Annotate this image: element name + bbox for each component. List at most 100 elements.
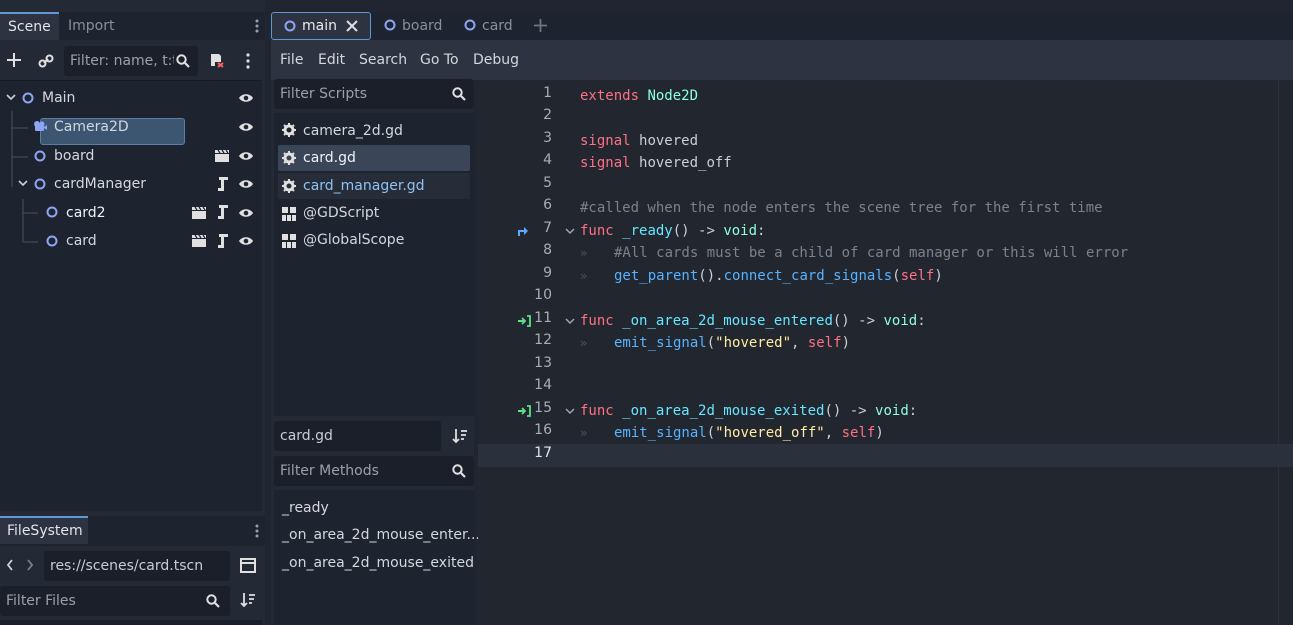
script-item-card[interactable]: card.gd <box>278 145 470 171</box>
code-token: _ready <box>622 223 673 239</box>
scene-menu-icon[interactable] <box>245 53 251 69</box>
tree-item-board[interactable]: board <box>54 142 94 170</box>
script-attach-icon[interactable] <box>208 52 224 68</box>
node2d-icon <box>34 178 46 190</box>
script-item-globalscope-doc[interactable]: @GlobalScope <box>278 227 470 253</box>
method-item[interactable]: _on_area_2d_mouse_enter... <box>282 522 480 548</box>
tab-main[interactable]: main <box>271 12 371 40</box>
line-number: 8 <box>543 242 552 258</box>
close-icon[interactable] <box>345 19 359 33</box>
script-item-camera2d[interactable]: camera_2d.gd <box>278 118 470 144</box>
code-line-7: func _ready() -> void: <box>580 220 765 243</box>
back-arrow-icon[interactable] <box>6 558 14 572</box>
dock-menu-icon[interactable] <box>254 18 260 34</box>
menu-goto[interactable]: Go To <box>420 48 459 72</box>
code-token: -> <box>849 403 867 419</box>
menu-edit[interactable]: Edit <box>318 48 345 72</box>
scene-filter-input[interactable]: Filter: name, t:t <box>64 46 198 76</box>
code-token: ) <box>841 335 851 351</box>
sort-icon[interactable] <box>452 428 468 444</box>
line-number: 14 <box>534 377 552 393</box>
tab-card[interactable]: card <box>482 12 513 40</box>
line-number: 10 <box>534 287 552 303</box>
script-icon[interactable] <box>216 233 230 249</box>
toggle-split-icon[interactable] <box>240 558 256 573</box>
line-number: 15 <box>534 400 552 416</box>
code-token: _on_area_2d_mouse_exited <box>622 403 825 419</box>
node2d-icon <box>46 235 58 247</box>
add-node-icon[interactable] <box>6 52 22 68</box>
tree-item-card2[interactable]: card2 <box>66 199 106 227</box>
node2d-icon <box>284 20 296 32</box>
menu-file[interactable]: File <box>280 48 303 72</box>
tab-main-label: main <box>302 18 337 34</box>
method-item[interactable]: _ready <box>282 495 329 521</box>
visibility-icon[interactable] <box>238 178 254 190</box>
code-line-3: signal hovered <box>580 130 698 153</box>
clapperboard-icon[interactable] <box>191 206 207 220</box>
tab-import[interactable]: Import <box>60 12 122 40</box>
sort-icon[interactable] <box>240 592 256 608</box>
tree-item-cardmanager[interactable]: cardManager <box>54 170 146 198</box>
node2d-icon <box>22 92 34 104</box>
instance-link-icon[interactable] <box>38 53 54 69</box>
tree-guides <box>11 111 38 243</box>
tab-board[interactable]: board <box>402 12 442 40</box>
code-token: ( <box>706 335 716 351</box>
line-number: 13 <box>534 355 552 371</box>
menu-debug[interactable]: Debug <box>473 48 519 72</box>
signal-connection-icon[interactable] <box>517 405 531 417</box>
code-token: extends <box>580 88 640 104</box>
tree-item-camera2d[interactable]: Camera2D <box>54 113 129 141</box>
clapperboard-icon[interactable] <box>214 149 230 163</box>
current-line-highlight <box>478 444 1293 467</box>
code-token: () <box>672 223 690 239</box>
filter-scripts-input[interactable]: Filter Scripts <box>274 79 474 109</box>
visibility-icon[interactable] <box>238 207 254 219</box>
filesystem-tabbar: FileSystem <box>0 516 265 546</box>
fold-chevron-icon[interactable] <box>565 318 575 325</box>
chevron-down-icon[interactable] <box>6 94 16 102</box>
script-item-card-manager[interactable]: card_manager.gd <box>278 173 470 199</box>
dock-menu-icon[interactable] <box>254 523 260 539</box>
code-token: ( <box>892 268 901 284</box>
menu-search[interactable]: Search <box>359 48 407 72</box>
line-number: 17 <box>534 445 552 461</box>
clapperboard-icon[interactable] <box>191 234 207 248</box>
script-icon[interactable] <box>216 176 230 192</box>
visibility-icon[interactable] <box>238 235 254 247</box>
code-token: signal <box>580 133 631 149</box>
tab-indent-marker: » <box>580 336 588 350</box>
code-line-15: func _on_area_2d_mouse_exited() -> void: <box>580 400 917 423</box>
code-token: ) <box>934 268 943 284</box>
filter-methods-input[interactable]: Filter Methods <box>274 456 474 486</box>
search-icon <box>452 87 466 101</box>
filesystem-list[interactable] <box>0 620 262 625</box>
code-token: self <box>841 425 876 441</box>
signal-connection-icon[interactable] <box>517 315 531 327</box>
visibility-icon[interactable] <box>238 121 254 133</box>
filesystem-filter-input[interactable]: Filter Files <box>0 586 230 616</box>
override-arrow-icon[interactable] <box>518 225 530 237</box>
filter-methods-placeholder: Filter Methods <box>280 463 379 479</box>
method-item[interactable]: _on_area_2d_mouse_exited <box>282 550 474 576</box>
visibility-icon[interactable] <box>238 150 254 162</box>
tab-filesystem[interactable]: FileSystem <box>0 516 88 544</box>
code-token: ) <box>875 425 884 441</box>
current-script-field[interactable]: card.gd <box>274 421 441 451</box>
code-token: void <box>883 313 918 329</box>
forward-arrow-icon[interactable] <box>26 558 34 572</box>
fold-chevron-icon[interactable] <box>565 228 575 235</box>
chevron-down-icon[interactable] <box>18 180 28 188</box>
script-item-gdscript-doc[interactable]: @GDScript <box>278 200 470 226</box>
tab-scene[interactable]: Scene <box>0 12 59 40</box>
visibility-icon[interactable] <box>238 92 254 104</box>
script-icon[interactable] <box>216 204 230 220</box>
tree-item-card[interactable]: card <box>66 227 97 255</box>
code-token: () <box>832 313 850 329</box>
tree-item-main[interactable]: Main <box>42 84 75 112</box>
filesystem-path-field[interactable]: res://scenes/card.tscn <box>44 551 230 581</box>
code-token: get_parent <box>614 268 699 284</box>
fold-chevron-icon[interactable] <box>565 408 575 415</box>
add-tab-icon[interactable] <box>533 18 548 33</box>
